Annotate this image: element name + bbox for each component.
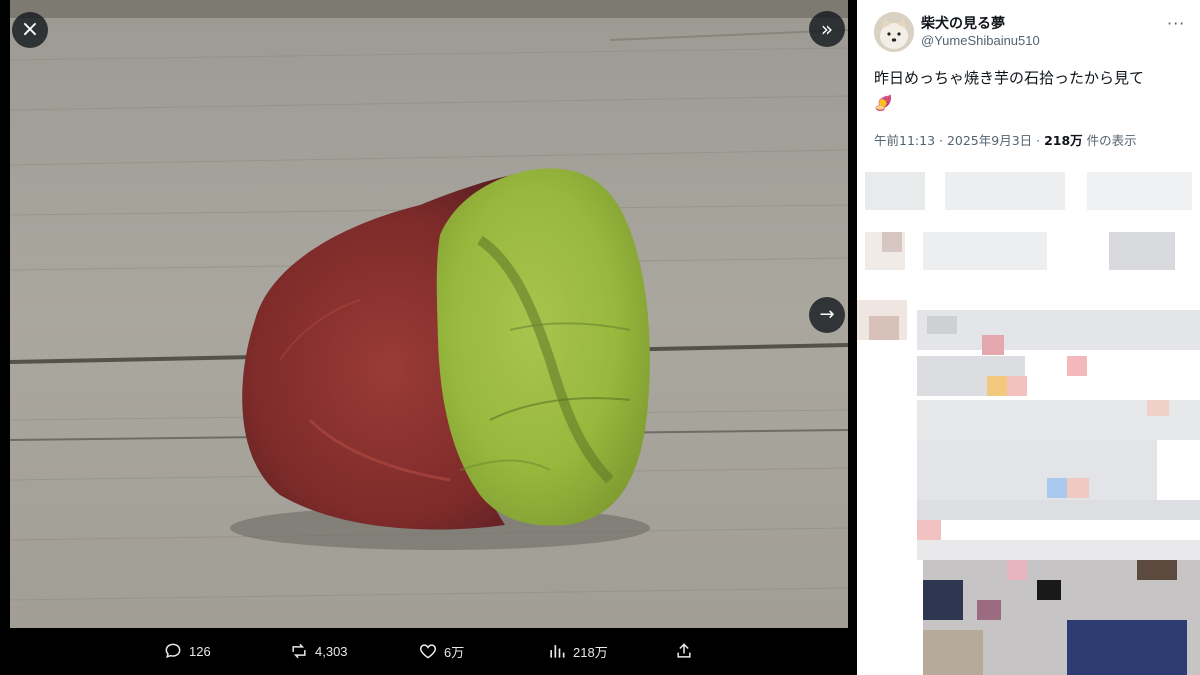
- reply-count: 126: [189, 643, 211, 659]
- collapse-panel-button[interactable]: »: [809, 11, 845, 47]
- reply-icon: [165, 643, 181, 659]
- like-count: 6万: [444, 644, 465, 660]
- tweet-photo[interactable]: [10, 0, 848, 628]
- views-button[interactable]: 218万: [547, 641, 608, 661]
- tweet-body: 昨日めっちゃ焼き芋の石拾ったから見て: [874, 69, 1145, 87]
- views-count: 218万: [573, 644, 608, 660]
- tweet-view-suffix: 件の表示: [1082, 133, 1137, 148]
- close-icon: ×: [20, 17, 40, 42]
- stone-photo-image: [10, 0, 848, 628]
- avatar[interactable]: [874, 12, 914, 52]
- pixelated-replies-area: [857, 160, 1200, 675]
- repost-count: 4,303: [315, 643, 348, 659]
- reply-button[interactable]: 126: [163, 641, 211, 661]
- views-icon: [550, 645, 565, 658]
- shiba-avatar-image: [874, 12, 914, 52]
- next-arrow-icon: →: [819, 304, 835, 325]
- like-icon: [419, 644, 437, 659]
- tweet-timestamp[interactable]: 午前11:13 · 2025年9月3日 ·: [874, 133, 1044, 148]
- share-icon: [677, 643, 691, 658]
- display-name[interactable]: 柴犬の見る夢: [921, 13, 1005, 33]
- collapse-icon: »: [820, 17, 834, 41]
- repost-icon: [292, 643, 306, 659]
- tweet-meta: 午前11:13 · 2025年9月3日 · 218万 件の表示: [874, 130, 1137, 149]
- tweet-detail-panel: 柴犬の見る夢 @YumeShibainu510 ··· 昨日めっちゃ焼き芋の石拾…: [857, 0, 1200, 675]
- share-button[interactable]: [674, 641, 694, 661]
- next-image-button[interactable]: →: [809, 297, 845, 333]
- user-handle[interactable]: @YumeShibainu510: [921, 33, 1040, 48]
- like-button[interactable]: 6万: [418, 641, 464, 661]
- repost-button[interactable]: 4,303: [289, 641, 348, 661]
- close-button[interactable]: ×: [12, 12, 48, 48]
- more-icon[interactable]: ···: [1167, 14, 1185, 33]
- sweet-potato-emoji: 🍠: [874, 94, 893, 112]
- tweet-actions-bar: 126 4,303 6万 218万: [0, 628, 857, 675]
- media-viewer: × » → 126 4,303 6万 218万: [0, 0, 857, 675]
- tweet-view-count: 218万: [1044, 133, 1083, 148]
- tweet-text: 昨日めっちゃ焼き芋の石拾ったから見て 🍠: [874, 66, 1194, 116]
